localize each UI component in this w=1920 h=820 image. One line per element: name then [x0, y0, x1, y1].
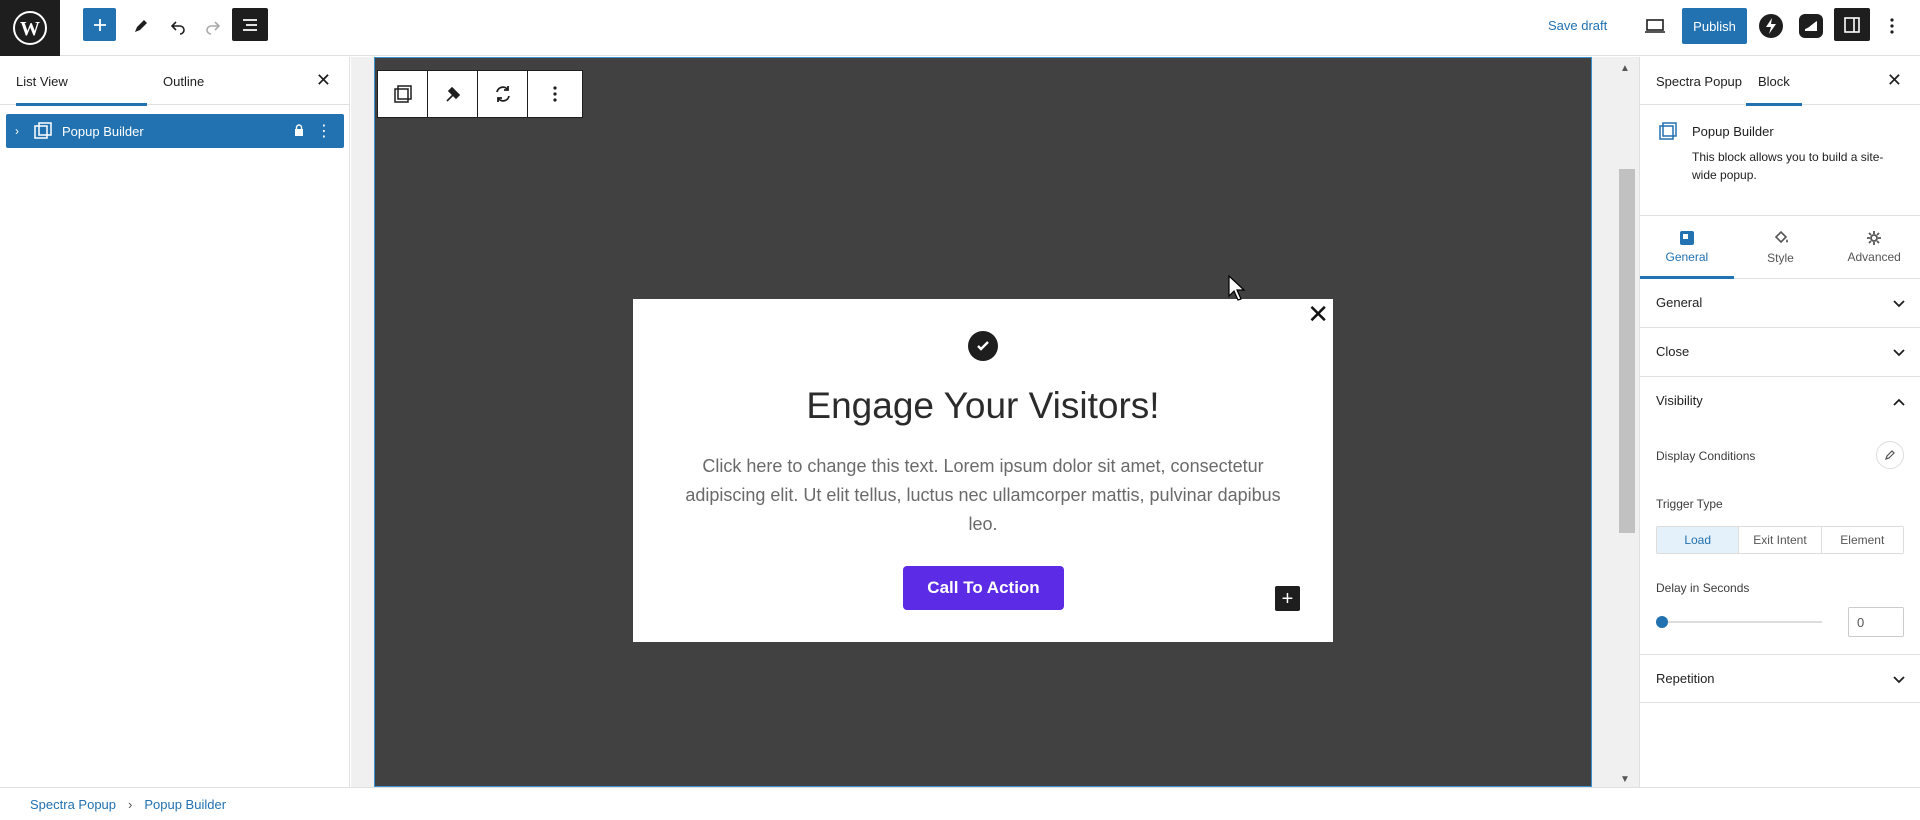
tab-list-view-label: List View	[16, 73, 68, 89]
more-options-icon[interactable]	[1874, 8, 1910, 44]
save-draft-button[interactable]: Save draft	[1548, 18, 1607, 33]
tab-block-label: Block	[1758, 73, 1790, 89]
lock-icon[interactable]	[294, 124, 304, 139]
svg-text:W: W	[20, 18, 40, 40]
trigger-type-label: Trigger Type	[1656, 497, 1723, 511]
scroll-down-icon[interactable]: ▼	[1620, 774, 1630, 785]
delay-slider-track[interactable]	[1662, 621, 1822, 623]
list-item-label: Popup Builder	[62, 123, 144, 139]
block-card-description: This block allows you to build a site-wi…	[1692, 150, 1884, 182]
popup-block-icon[interactable]	[378, 71, 428, 117]
popup-block-icon	[34, 122, 52, 143]
tab-spectra-popup[interactable]: Spectra Popup	[1656, 57, 1742, 105]
list-item-popup-builder[interactable]: › Popup Builder ⋮	[6, 114, 344, 148]
settings-sidebar-toggle-icon[interactable]	[1834, 8, 1870, 41]
editor-canvas: ✕ Engage Your Visitors! Click here to ch…	[351, 57, 1639, 787]
call-to-action-button[interactable]: Call To Action	[903, 566, 1064, 610]
top-toolbar: W Save draft Publish	[0, 0, 1920, 56]
popup-block-icon	[1658, 121, 1678, 146]
edit-pencil-icon[interactable]	[123, 8, 159, 44]
chevron-down-icon	[1893, 671, 1905, 689]
block-settings-sidebar: Spectra Popup Block ✕ Popup Builder This…	[1639, 57, 1920, 787]
tab-list-view[interactable]: List View	[16, 57, 147, 106]
hammer-icon[interactable]	[428, 71, 478, 117]
spectra-bolt-icon[interactable]	[1753, 8, 1789, 44]
check-circle-icon	[968, 331, 998, 361]
tab-outline-label: Outline	[163, 73, 205, 89]
tab-general[interactable]: General	[1640, 215, 1734, 279]
breadcrumb-item-spectra-popup[interactable]: Spectra Popup	[30, 797, 116, 812]
chevron-right-icon[interactable]: ›	[15, 124, 19, 138]
redo-button[interactable]	[195, 8, 231, 44]
popup-heading[interactable]: Engage Your Visitors!	[633, 385, 1333, 427]
trigger-type-toggle-group: Load Exit Intent Element	[1656, 526, 1904, 554]
wordpress-logo-icon[interactable]: W	[0, 0, 60, 56]
close-icon[interactable]: ✕	[316, 71, 331, 89]
list-view-panel: List View Outline ✕ › Popup Builder ⋮	[0, 57, 350, 787]
popup-close-icon[interactable]: ✕	[1307, 301, 1329, 327]
display-conditions-label: Display Conditions	[1656, 449, 1756, 463]
add-block-icon[interactable]: +	[1275, 586, 1300, 611]
delay-label: Delay in Seconds	[1656, 581, 1750, 595]
panel-repetition-label: Repetition	[1656, 671, 1715, 686]
panel-close-label: Close	[1656, 344, 1690, 359]
panel-general[interactable]: General	[1640, 279, 1920, 328]
tab-block[interactable]: Block	[1746, 57, 1802, 106]
preview-device-icon[interactable]	[1637, 8, 1673, 44]
general-layout-icon	[1679, 230, 1694, 245]
popup-modal[interactable]: ✕ Engage Your Visitors! Click here to ch…	[633, 299, 1333, 642]
panel-close[interactable]: Close	[1640, 328, 1920, 377]
block-toolbar	[377, 70, 583, 118]
undo-button[interactable]	[160, 8, 196, 44]
plugin-icon[interactable]	[1793, 8, 1829, 44]
tab-style[interactable]: Style	[1734, 215, 1828, 278]
tab-general-label: General	[1665, 249, 1709, 264]
delay-number-input[interactable]: 0	[1848, 607, 1904, 637]
scroll-up-icon[interactable]: ▲	[1620, 63, 1630, 74]
tab-outline[interactable]: Outline	[163, 57, 204, 105]
tab-advanced-label: Advanced	[1847, 249, 1901, 264]
chevron-down-icon	[1893, 295, 1905, 313]
close-icon[interactable]: ✕	[1887, 71, 1902, 89]
mouse-cursor-icon	[1228, 274, 1246, 306]
tab-style-label: Style	[1767, 250, 1794, 265]
panel-repetition[interactable]: Repetition	[1640, 654, 1920, 703]
popup-body-text[interactable]: Click here to change this text. Lorem ip…	[673, 452, 1293, 539]
add-block-button[interactable]	[83, 8, 116, 41]
list-view-button[interactable]	[232, 8, 268, 41]
trigger-exit-intent-button[interactable]: Exit Intent	[1739, 527, 1822, 553]
edit-pencil-icon[interactable]	[1876, 441, 1904, 469]
tab-spectra-popup-label: Spectra Popup	[1656, 73, 1743, 89]
chevron-right-icon: ›	[128, 796, 133, 812]
tab-advanced[interactable]: Advanced	[1827, 215, 1920, 278]
block-options-icon[interactable]	[528, 71, 582, 117]
canvas-scrollbar[interactable]: ▲ ▼	[1615, 57, 1639, 787]
publish-button[interactable]: Publish	[1682, 8, 1747, 44]
list-view-tabs: List View Outline ✕	[0, 57, 349, 106]
item-options-icon[interactable]: ⋮	[316, 121, 332, 141]
breadcrumb-item-popup-builder[interactable]: Popup Builder	[144, 797, 226, 812]
panel-visibility[interactable]: Visibility	[1640, 377, 1920, 426]
breadcrumb: Spectra Popup › Popup Builder	[0, 787, 1920, 820]
chevron-down-icon	[1893, 344, 1905, 362]
transform-icon[interactable]	[478, 71, 528, 117]
gear-icon	[1867, 230, 1882, 245]
paint-bucket-icon	[1774, 230, 1788, 243]
scroll-thumb[interactable]	[1619, 169, 1635, 533]
panel-general-label: General	[1656, 295, 1703, 310]
delay-slider-thumb[interactable]	[1656, 616, 1668, 628]
panel-visibility-label: Visibility	[1656, 393, 1703, 408]
trigger-element-button[interactable]: Element	[1821, 527, 1903, 553]
inspector-tabs: General Style Advanced	[1640, 215, 1920, 279]
block-card-title: Popup Builder	[1692, 124, 1774, 139]
sidebar-tabs: Spectra Popup Block ✕	[1640, 57, 1920, 106]
trigger-load-button[interactable]: Load	[1657, 527, 1740, 553]
chevron-up-icon	[1893, 393, 1905, 411]
